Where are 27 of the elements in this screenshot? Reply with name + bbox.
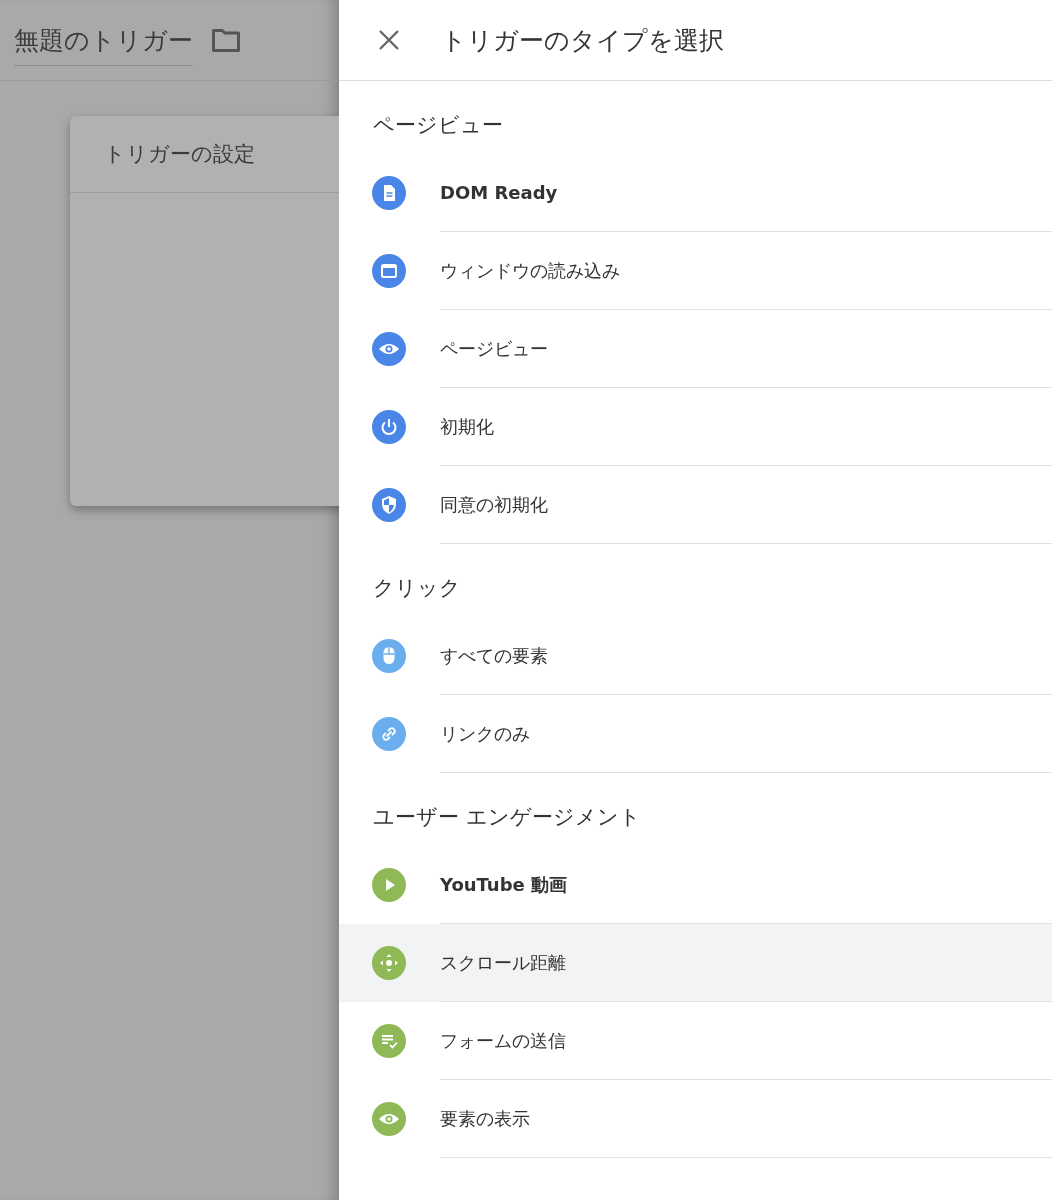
trigger-type-item[interactable]: スクロール距離 <box>339 924 1052 1002</box>
trigger-type-item[interactable]: 要素の表示 <box>339 1080 1052 1158</box>
panel-title: トリガーのタイプを選択 <box>441 24 724 57</box>
item-label: 要素の表示 <box>440 1106 530 1131</box>
close-icon[interactable] <box>377 28 401 52</box>
item-label: ページビュー <box>440 336 548 361</box>
section-heading: ページビュー <box>372 112 504 139</box>
trigger-type-item[interactable]: リンクのみ <box>339 695 1052 773</box>
item-label: YouTube 動画 <box>440 872 568 897</box>
trigger-type-item[interactable]: ウィンドウの読み込み <box>339 232 1052 310</box>
item-label: リンクのみ <box>440 721 530 746</box>
item-label: すべての要素 <box>440 643 548 668</box>
trigger-type-item[interactable]: 同意の初期化 <box>339 466 1052 544</box>
item-label: 同意の初期化 <box>440 492 548 517</box>
item-label: フォームの送信 <box>440 1028 566 1053</box>
section-heading: ユーザー エンゲージメント <box>372 804 642 831</box>
folder-icon[interactable] <box>211 27 241 53</box>
trigger-type-item[interactable]: すべての要素 <box>339 617 1052 695</box>
trigger-type-item[interactable]: ページビュー <box>339 310 1052 388</box>
trigger-type-item[interactable]: 初期化 <box>339 388 1052 466</box>
item-label: DOM Ready <box>440 182 558 203</box>
item-label: スクロール距離 <box>440 950 566 975</box>
trigger-type-item[interactable]: フォームの送信 <box>339 1002 1052 1080</box>
trigger-name-field[interactable]: 無題のトリガー <box>14 14 193 66</box>
item-label: 初期化 <box>440 414 494 439</box>
section-heading: クリック <box>372 575 462 602</box>
item-label: ウィンドウの読み込み <box>440 258 620 283</box>
